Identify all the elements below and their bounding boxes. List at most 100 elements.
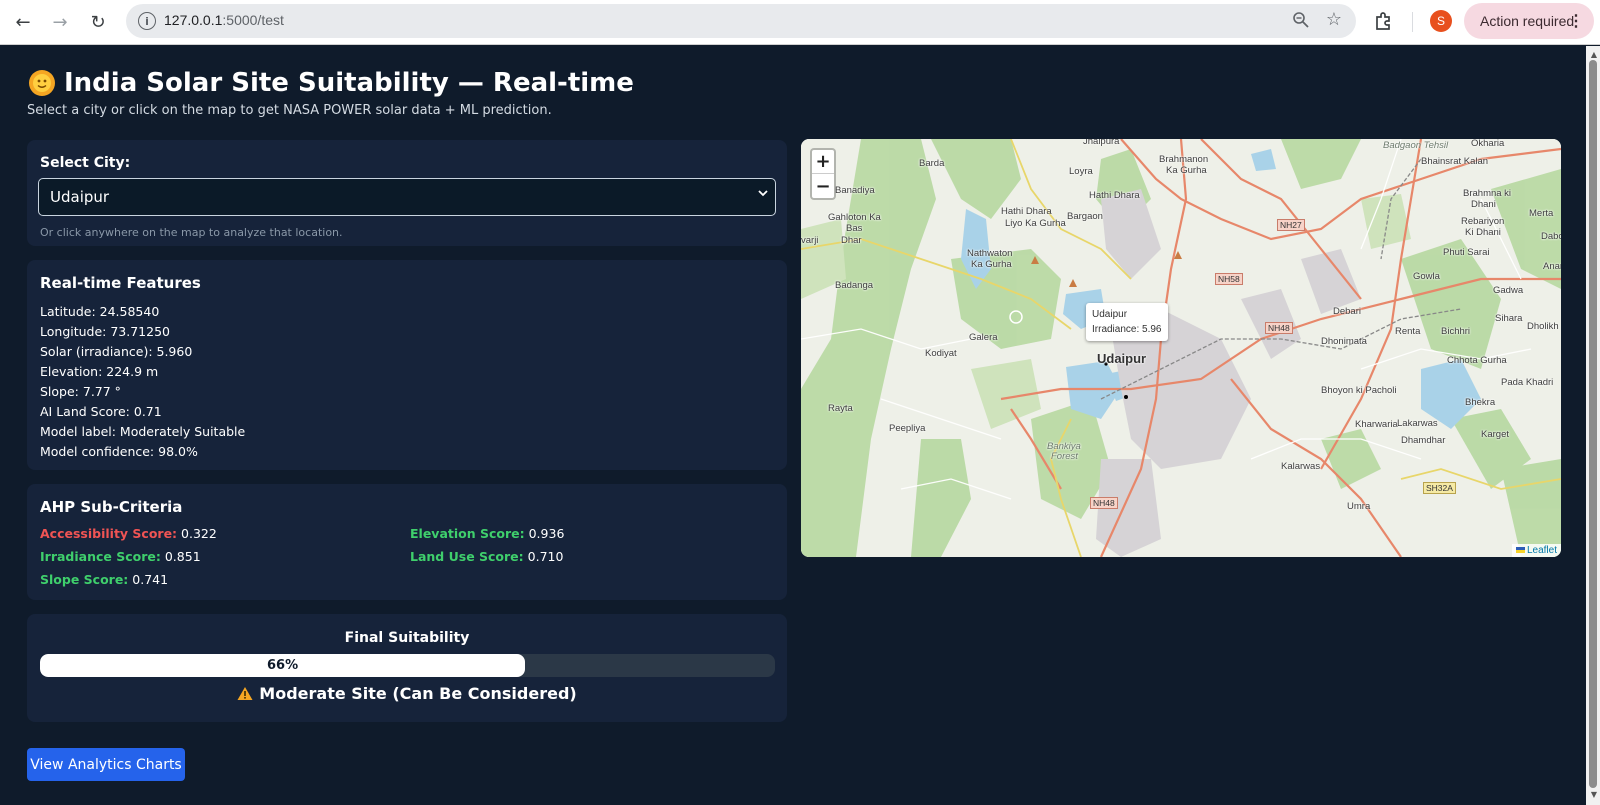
slope-score: Slope Score: 0.741 <box>40 572 169 587</box>
map-label: Ka Gurha <box>971 259 1012 270</box>
map-label: Dholikh <box>1527 321 1559 332</box>
map-label: Dhamdhar <box>1401 435 1446 446</box>
view-analytics-button[interactable]: View Analytics Charts <box>27 748 185 781</box>
feature-latitude: Latitude: 24.58540 <box>40 304 160 319</box>
tooltip-irradiance: Irradiance: 5.96 <box>1092 324 1162 335</box>
city-select-label: Select City: <box>40 155 131 171</box>
map-label: Brahmna ki <box>1463 188 1512 199</box>
map-label: Bargaon <box>1067 211 1103 222</box>
map-label: Bhekra <box>1465 397 1496 408</box>
url-text[interactable]: 127.0.0.1:5000/test <box>164 12 284 28</box>
map-label: Pada Khadri <box>1501 377 1554 388</box>
road-shield: NH48 <box>1090 497 1118 509</box>
map-label: Chhota Gurha <box>1447 355 1507 366</box>
road-shield: NH58 <box>1215 273 1243 285</box>
features-heading: Real-time Features <box>40 274 201 292</box>
bookmark-star-icon[interactable]: ☆ <box>1326 9 1342 30</box>
address-bar[interactable]: i 127.0.0.1:5000/test ☆ <box>126 4 1356 38</box>
sun-face-icon <box>28 69 56 97</box>
map-label: Rayta <box>828 403 853 414</box>
feature-land-score: AI Land Score: 0.71 <box>40 404 162 419</box>
zoom-icon[interactable] <box>1292 11 1310 33</box>
map-label: Dhar <box>841 235 862 246</box>
zoom-out-button[interactable]: − <box>812 174 834 198</box>
map-label: Dabo <box>1541 231 1561 242</box>
scrollbar-thumb[interactable] <box>1589 60 1597 788</box>
chevron-down-icon <box>757 187 769 203</box>
feature-model-confidence: Model confidence: 98.0% <box>40 444 198 459</box>
map-label: Renta <box>1395 326 1421 337</box>
map-label: Lakarwas <box>1397 418 1438 429</box>
elevation-score: Elevation Score: 0.936 <box>410 526 565 541</box>
ukraine-flag-icon <box>1515 547 1525 553</box>
feature-longitude: Longitude: 73.71250 <box>40 324 170 339</box>
map-label: Bhoyon ki Pacholi <box>1321 385 1397 396</box>
feature-slope: Slope: 7.77 ° <box>40 384 121 399</box>
map-label: Hathi Dhara <box>1089 190 1140 201</box>
map-label: Kharwaria <box>1355 419 1398 430</box>
browser-toolbar: ← → ↻ i 127.0.0.1:5000/test ☆ S Action r… <box>0 0 1600 45</box>
map-label: Nathwaton <box>967 248 1013 259</box>
map-label: Loyra <box>1069 166 1093 177</box>
map-label: Kodiyat <box>925 348 957 359</box>
final-suitability-card: Final Suitability 66% Moderate Site (Can… <box>27 614 787 722</box>
road-shield: SH32A <box>1423 482 1456 494</box>
features-list: Latitude: 24.58540 Longitude: 73.71250 S… <box>40 302 245 462</box>
feature-model-label: Model label: Moderately Suitable <box>40 424 246 439</box>
map-label: Anand <box>1543 261 1561 272</box>
site-info-icon[interactable]: i <box>138 12 156 30</box>
feature-irradiance: Solar (irradiance): 5.960 <box>40 344 193 359</box>
ahp-heading: AHP Sub-Criteria <box>40 498 183 516</box>
accessibility-score: Accessibility Score: 0.322 <box>40 526 217 541</box>
map-label: Umra <box>1347 501 1371 512</box>
warning-icon <box>237 686 253 705</box>
tooltip-city: Udaipur <box>1092 309 1128 320</box>
map-label: Kalarwas <box>1281 461 1321 472</box>
leaflet-link[interactable]: Leaflet <box>1527 545 1557 556</box>
map-label: Debari <box>1333 306 1361 317</box>
final-suitability-heading: Final Suitability <box>344 630 470 646</box>
scroll-down-arrow-icon[interactable]: ▼ <box>1591 790 1597 799</box>
map-attribution[interactable]: Leaflet <box>1511 544 1561 557</box>
map-tooltip: Udaipur Irradiance: 5.96 <box>1086 303 1168 341</box>
road-shield: NH27 <box>1277 219 1305 231</box>
map-label: Karget <box>1481 429 1509 440</box>
reload-icon[interactable]: ↻ <box>85 9 111 35</box>
forward-icon[interactable]: → <box>47 9 73 35</box>
map-label: Badgaon Tehsil <box>1383 140 1449 151</box>
map-tiles <box>801 139 1561 557</box>
land-use-score: Land Use Score: 0.710 <box>410 549 564 564</box>
map-label: Bhainsrat Kalan <box>1421 156 1489 167</box>
map-label: Bichhri <box>1441 326 1471 337</box>
suitability-progress-fill: 66% <box>40 654 526 677</box>
map[interactable]: Jhalpura Brahmanon Ka Gurha Badgaon Tehs… <box>801 139 1561 557</box>
scroll-up-arrow-icon[interactable]: ▲ <box>1591 50 1597 59</box>
map-label: Ki Dhani <box>1465 227 1501 238</box>
road-shield: NH48 <box>1265 322 1293 334</box>
map-label: Forest <box>1051 451 1078 462</box>
toolbar-divider <box>1412 12 1413 32</box>
map-label: Sihara <box>1495 313 1523 324</box>
map-label: Bas <box>846 223 863 234</box>
ahp-card: AHP Sub-Criteria Accessibility Score: 0.… <box>27 484 787 600</box>
profile-avatar[interactable]: S <box>1430 10 1452 32</box>
more-menu-icon[interactable]: ⋮ <box>1568 11 1584 31</box>
zoom-in-button[interactable]: + <box>812 150 834 174</box>
back-icon[interactable]: ← <box>10 9 36 35</box>
action-required-button[interactable]: Action required ⋮ <box>1464 3 1594 39</box>
map-label: Gadwa <box>1493 285 1524 296</box>
city-select[interactable]: Udaipur <box>38 178 776 216</box>
page-title: India Solar Site Suitability — Real-time <box>28 68 634 98</box>
extensions-icon[interactable] <box>1372 9 1396 33</box>
map-label: Liyo Ka Gurha <box>1005 218 1066 229</box>
city-selector-card: Select City: Udaipur Or click anywhere o… <box>27 140 787 246</box>
map-label: Merta <box>1529 208 1554 219</box>
map-label: Okharia <box>1471 139 1505 149</box>
map-label: Brahmanon <box>1159 154 1209 165</box>
features-card: Real-time Features Latitude: 24.58540 Lo… <box>27 260 787 470</box>
page-subtitle: Select a city or click on the map to get… <box>27 103 552 118</box>
map-label: Badanga <box>835 280 874 291</box>
map-label: Phuti Sarai <box>1443 247 1490 258</box>
map-label-udaipur: Udaipur <box>1097 351 1147 366</box>
map-zoom-control: + − <box>810 148 836 200</box>
